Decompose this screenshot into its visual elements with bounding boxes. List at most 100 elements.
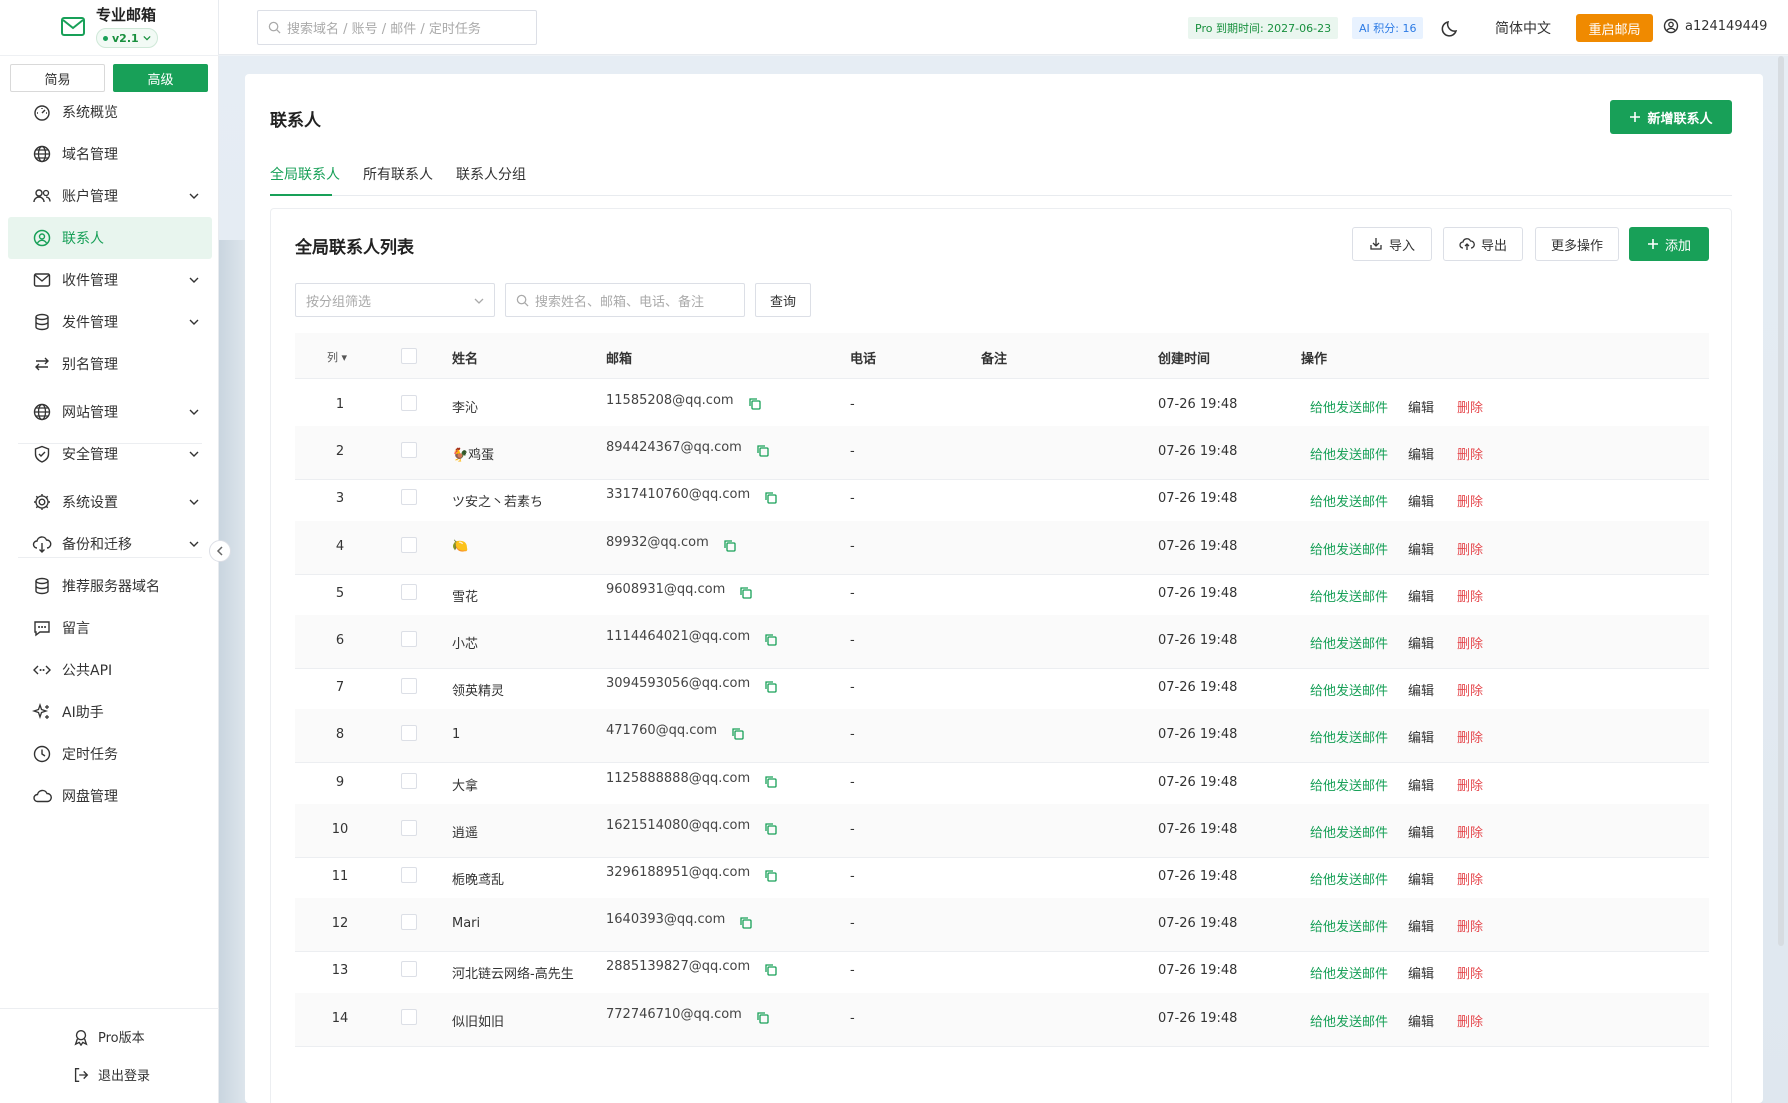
send-email-link[interactable]: 给他发送邮件 — [1310, 491, 1388, 510]
send-email-link[interactable]: 给他发送邮件 — [1310, 633, 1388, 652]
sidebar-item-0[interactable]: 系统概览 — [8, 91, 212, 133]
copy-icon[interactable] — [723, 539, 737, 553]
delete-link[interactable]: 删除 — [1457, 1011, 1483, 1030]
edit-link[interactable]: 编辑 — [1408, 916, 1434, 935]
mode-simple-button[interactable]: 简易 — [10, 64, 105, 92]
user-menu[interactable]: a124149449 — [1663, 18, 1767, 34]
delete-link[interactable]: 删除 — [1457, 633, 1483, 652]
page-scrollbar[interactable] — [1778, 56, 1784, 946]
edit-link[interactable]: 编辑 — [1408, 633, 1434, 652]
send-email-link[interactable]: 给他发送邮件 — [1310, 539, 1388, 558]
language-selector[interactable]: 简体中文 — [1495, 18, 1551, 38]
delete-link[interactable]: 删除 — [1457, 539, 1483, 558]
send-email-link[interactable]: 给他发送邮件 — [1310, 822, 1388, 841]
edit-link[interactable]: 编辑 — [1408, 491, 1434, 510]
sidebar-item-8[interactable]: 安全管理 — [8, 433, 212, 475]
edit-link[interactable]: 编辑 — [1408, 963, 1434, 982]
delete-link[interactable]: 删除 — [1457, 916, 1483, 935]
sidebar-item-12[interactable]: 留言 — [8, 607, 212, 649]
restart-mail-button[interactable]: 重启邮局 — [1576, 14, 1653, 42]
edit-link[interactable]: 编辑 — [1408, 775, 1434, 794]
row-checkbox[interactable] — [401, 536, 417, 553]
delete-link[interactable]: 删除 — [1457, 727, 1483, 746]
send-email-link[interactable]: 给他发送邮件 — [1310, 397, 1388, 416]
send-email-link[interactable]: 给他发送邮件 — [1310, 727, 1388, 746]
sidebar-item-6[interactable]: 别名管理 — [8, 343, 212, 385]
mode-advanced-button[interactable]: 高级 — [113, 64, 208, 92]
delete-link[interactable]: 删除 — [1457, 963, 1483, 982]
delete-link[interactable]: 删除 — [1457, 869, 1483, 888]
send-email-link[interactable]: 给他发送邮件 — [1310, 963, 1388, 982]
copy-icon[interactable] — [764, 869, 778, 883]
sidebar-item-16[interactable]: 网盘管理 — [8, 775, 212, 817]
row-checkbox[interactable] — [401, 678, 417, 695]
copy-icon[interactable] — [756, 1011, 770, 1025]
row-checkbox[interactable] — [401, 489, 417, 506]
send-email-link[interactable]: 给他发送邮件 — [1310, 586, 1388, 605]
row-checkbox[interactable] — [401, 914, 417, 931]
pro-version-link[interactable]: Pro版本 — [72, 1027, 145, 1046]
row-checkbox[interactable] — [401, 961, 417, 978]
sidebar-item-14[interactable]: AI助手 — [8, 691, 212, 733]
send-email-link[interactable]: 给他发送邮件 — [1310, 916, 1388, 935]
tab-contact-groups[interactable]: 联系人分组 — [456, 164, 526, 196]
copy-icon[interactable] — [739, 916, 753, 930]
export-button[interactable]: 导出 — [1443, 227, 1523, 261]
more-actions-button[interactable]: 更多操作 — [1535, 227, 1619, 261]
copy-icon[interactable] — [764, 822, 778, 836]
delete-link[interactable]: 删除 — [1457, 680, 1483, 699]
select-all-checkbox[interactable] — [401, 348, 417, 364]
query-button[interactable]: 查询 — [755, 283, 811, 317]
edit-link[interactable]: 编辑 — [1408, 1011, 1434, 1030]
copy-icon[interactable] — [756, 444, 770, 458]
sidebar-collapse-button[interactable] — [209, 540, 231, 562]
row-checkbox[interactable] — [401, 1008, 417, 1025]
row-checkbox[interactable] — [401, 631, 417, 647]
copy-icon[interactable] — [764, 491, 778, 505]
global-search-input[interactable]: 搜索域名 / 账号 / 邮件 / 定时任务 — [257, 10, 537, 45]
send-email-link[interactable]: 给他发送邮件 — [1310, 444, 1388, 463]
delete-link[interactable]: 删除 — [1457, 822, 1483, 841]
row-checkbox[interactable] — [401, 583, 417, 600]
tab-all-contacts[interactable]: 所有联系人 — [363, 164, 433, 196]
delete-link[interactable]: 删除 — [1457, 444, 1483, 463]
row-checkbox[interactable] — [401, 772, 417, 789]
edit-link[interactable]: 编辑 — [1408, 586, 1434, 605]
send-email-link[interactable]: 给他发送邮件 — [1310, 680, 1388, 699]
edit-link[interactable]: 编辑 — [1408, 444, 1434, 463]
sidebar-item-4[interactable]: 收件管理 — [8, 259, 212, 301]
row-checkbox[interactable] — [401, 395, 417, 411]
edit-link[interactable]: 编辑 — [1408, 869, 1434, 888]
row-checkbox[interactable] — [401, 819, 417, 836]
edit-link[interactable]: 编辑 — [1408, 822, 1434, 841]
dark-mode-toggle-icon[interactable] — [1441, 18, 1461, 38]
column-seq-header[interactable]: 列 ▾ — [327, 349, 347, 365]
new-contact-button[interactable]: 新增联系人 — [1610, 100, 1732, 134]
copy-icon[interactable] — [764, 633, 778, 647]
sidebar-item-1[interactable]: 域名管理 — [8, 133, 212, 175]
sidebar-item-5[interactable]: 发件管理 — [8, 301, 212, 343]
delete-link[interactable]: 删除 — [1457, 775, 1483, 794]
tab-global-contacts[interactable]: 全局联系人 — [270, 164, 340, 196]
sidebar-item-2[interactable]: 账户管理 — [8, 175, 212, 217]
delete-link[interactable]: 删除 — [1457, 491, 1483, 510]
copy-icon[interactable] — [764, 680, 778, 694]
sidebar-item-11[interactable]: 推荐服务器域名 — [8, 565, 212, 607]
logout-button[interactable]: 退出登录 — [72, 1065, 150, 1084]
row-checkbox[interactable] — [401, 867, 417, 883]
sidebar-item-15[interactable]: 定时任务 — [8, 733, 212, 775]
copy-icon[interactable] — [748, 397, 762, 411]
row-checkbox[interactable] — [401, 725, 417, 742]
send-email-link[interactable]: 给他发送邮件 — [1310, 869, 1388, 888]
sidebar-item-9[interactable]: 系统设置 — [8, 481, 212, 523]
group-filter-select[interactable]: 按分组筛选 — [295, 283, 495, 317]
send-email-link[interactable]: 给他发送邮件 — [1310, 1011, 1388, 1030]
version-badge[interactable]: v2.1 — [96, 28, 158, 48]
sidebar-item-3[interactable]: 联系人 — [8, 217, 212, 259]
sidebar-item-10[interactable]: 备份和迁移 — [8, 523, 212, 565]
import-button[interactable]: 导入 — [1352, 227, 1432, 261]
copy-icon[interactable] — [739, 586, 753, 600]
edit-link[interactable]: 编辑 — [1408, 397, 1434, 416]
add-contact-button[interactable]: 添加 — [1629, 227, 1709, 261]
contact-search-input[interactable]: 搜索姓名、邮箱、电话、备注 — [505, 283, 745, 317]
